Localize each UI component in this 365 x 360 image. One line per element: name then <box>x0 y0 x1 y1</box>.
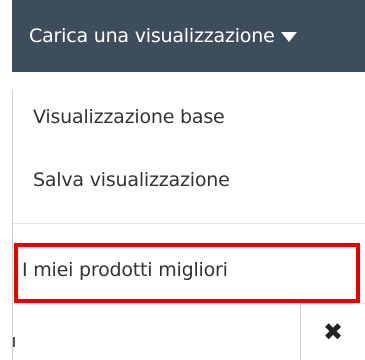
menu-item-base-view[interactable]: Visualizzazione base <box>33 106 225 128</box>
delete-view-button[interactable]: ✖ <box>300 303 365 360</box>
caret-down-icon <box>280 32 297 42</box>
close-icon: ✖ <box>322 318 344 346</box>
menu-item-my-best-products[interactable]: I miei prodotti migliori <box>22 259 228 281</box>
load-view-dropdown-button[interactable]: Carica una visualizzazione <box>12 0 365 72</box>
side-marker <box>13 337 15 347</box>
load-view-label: Carica una visualizzazione <box>29 25 275 47</box>
menu-divider <box>13 223 365 224</box>
menu-item-save-view[interactable]: Salva visualizzazione <box>33 169 230 191</box>
page: Carica una visualizzazione Visualizzazio… <box>0 0 365 360</box>
